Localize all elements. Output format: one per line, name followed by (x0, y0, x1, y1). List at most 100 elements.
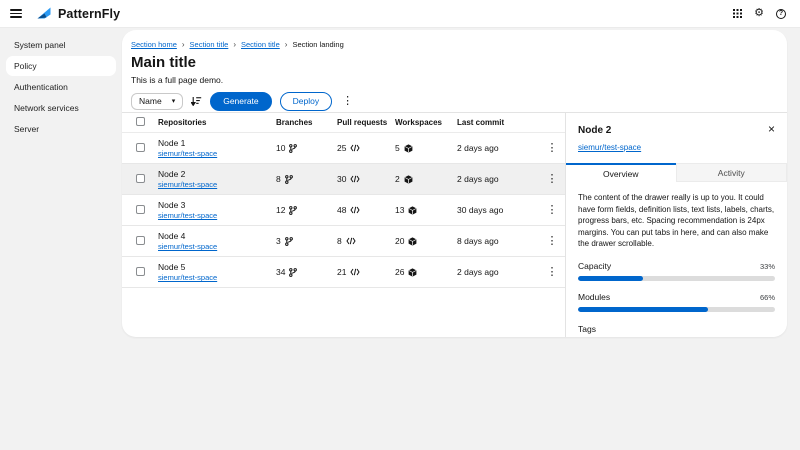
sort-icon[interactable] (191, 96, 202, 106)
sidebar-item-policy[interactable]: Policy (6, 56, 116, 76)
table-header-row: Repositories Branches Pull requests Work… (122, 113, 565, 133)
app-launcher-icon[interactable] (733, 9, 742, 18)
cube-icon (408, 268, 417, 277)
help-icon[interactable]: ? (776, 9, 786, 19)
pull-requests-count: 48 (337, 205, 346, 215)
workspaces-count: 2 (395, 174, 400, 184)
brand-title: PatternFly (58, 7, 120, 21)
column-header-repositories: Repositories (158, 118, 276, 127)
repo-name: Node 2 (158, 169, 276, 179)
toolbar-kebab-icon[interactable]: ⋮ (340, 96, 355, 107)
modules-progress-fill (578, 307, 708, 312)
table-row[interactable]: Node 1 siemur/test-space 10 25 5 (122, 133, 565, 164)
pull-requests-count: 25 (337, 143, 346, 153)
sidebar-nav: System panel Policy Authentication Netwo… (0, 28, 122, 449)
breadcrumb-link[interactable]: Section title (241, 40, 280, 49)
sidebar-item-system-panel[interactable]: System panel (6, 35, 116, 55)
cube-icon (404, 175, 413, 184)
page-subtitle: This is a full page demo. (131, 75, 775, 85)
branches-count: 12 (276, 205, 285, 215)
branches-count: 10 (276, 143, 285, 153)
repo-name: Node 4 (158, 231, 276, 241)
code-branch-icon (289, 268, 297, 277)
row-checkbox[interactable] (136, 143, 145, 152)
name-filter-select[interactable]: Name ▾ (131, 93, 183, 110)
modules-value: 66% (760, 293, 775, 302)
sidebar-item-network-services[interactable]: Network services (6, 98, 116, 118)
code-icon (350, 175, 360, 183)
sidebar-item-authentication[interactable]: Authentication (6, 77, 116, 97)
tab-overview[interactable]: Overview (566, 163, 676, 182)
table-body: Node 1 siemur/test-space 10 25 5 (122, 133, 565, 288)
chevron-right-icon: › (233, 41, 236, 49)
workspaces-count: 5 (395, 143, 400, 153)
code-branch-icon (285, 237, 293, 246)
main-content: Section home › Section title › Section t… (122, 28, 800, 449)
row-kebab-icon[interactable]: ⋮ (539, 174, 565, 185)
table-row[interactable]: Node 2 siemur/test-space 8 30 2 (122, 164, 565, 195)
column-header-branches: Branches (276, 118, 337, 127)
masthead: PatternFly ⚙ ? (0, 0, 800, 28)
repo-name: Node 1 (158, 138, 276, 148)
capacity-label: Capacity (578, 261, 611, 271)
table-row[interactable]: Node 4 siemur/test-space 3 8 20 (122, 226, 565, 257)
settings-icon[interactable]: ⚙ (754, 8, 764, 19)
last-commit: 2 days ago (457, 143, 539, 153)
branches-count: 34 (276, 267, 285, 277)
row-checkbox[interactable] (136, 267, 145, 276)
cube-icon (408, 237, 417, 246)
modules-progress: Modules 66% (578, 292, 775, 312)
repo-link[interactable]: siemur/test-space (158, 180, 217, 189)
chevron-right-icon: › (285, 41, 288, 49)
code-branch-icon (289, 206, 297, 215)
row-kebab-icon[interactable]: ⋮ (539, 143, 565, 154)
sidebar-item-server[interactable]: Server (6, 119, 116, 139)
row-checkbox[interactable] (136, 236, 145, 245)
generate-button[interactable]: Generate (210, 92, 271, 111)
row-checkbox[interactable] (136, 174, 145, 183)
close-icon[interactable]: × (768, 125, 775, 135)
repo-name: Node 5 (158, 262, 276, 272)
breadcrumb-link[interactable]: Section home (131, 40, 177, 49)
table-row[interactable]: Node 3 siemur/test-space 12 48 13 (122, 195, 565, 226)
tab-activity[interactable]: Activity (676, 163, 788, 182)
repo-link[interactable]: siemur/test-space (158, 149, 217, 158)
code-branch-icon (289, 144, 297, 153)
drawer-title: Node 2 (578, 125, 611, 136)
page-title: Main title (131, 54, 775, 71)
pull-requests-count: 21 (337, 267, 346, 277)
name-filter-label: Name (139, 96, 162, 106)
capacity-progress-fill (578, 276, 643, 281)
breadcrumb-link[interactable]: Section title (190, 40, 229, 49)
table-row[interactable]: Node 5 siemur/test-space 34 21 26 (122, 257, 565, 288)
deploy-button[interactable]: Deploy (280, 92, 332, 111)
last-commit: 2 days ago (457, 267, 539, 277)
modules-label: Modules (578, 292, 610, 302)
toolbar: Name ▾ (131, 92, 775, 110)
menu-icon[interactable] (10, 9, 22, 18)
chevron-down-icon: ▾ (172, 97, 176, 105)
row-checkbox[interactable] (136, 205, 145, 214)
workspaces-count: 13 (395, 205, 404, 215)
tags-section: Tags Tag 1 Tag 2 Tag 3 2 more (578, 324, 775, 337)
row-kebab-icon[interactable]: ⋮ (539, 267, 565, 278)
breadcrumb-current: Section landing (292, 40, 343, 49)
modules-progress-track (578, 307, 775, 312)
cube-icon (408, 206, 417, 215)
page-card: Section home › Section title › Section t… (122, 30, 787, 337)
row-kebab-icon[interactable]: ⋮ (539, 236, 565, 247)
drawer-repo-link[interactable]: siemur/test-space (578, 143, 641, 152)
last-commit: 8 days ago (457, 236, 539, 246)
brand: PatternFly (36, 6, 120, 22)
code-icon (350, 268, 360, 276)
details-drawer: Node 2 × siemur/test-space Overview Acti… (565, 113, 787, 337)
repo-link[interactable]: siemur/test-space (158, 242, 217, 251)
repo-link[interactable]: siemur/test-space (158, 273, 217, 282)
code-icon (350, 206, 360, 214)
row-kebab-icon[interactable]: ⋮ (539, 205, 565, 216)
repo-link[interactable]: siemur/test-space (158, 211, 217, 220)
select-all-checkbox[interactable] (136, 117, 145, 126)
capacity-value: 33% (760, 262, 775, 271)
code-branch-icon (285, 175, 293, 184)
pull-requests-count: 8 (337, 236, 342, 246)
